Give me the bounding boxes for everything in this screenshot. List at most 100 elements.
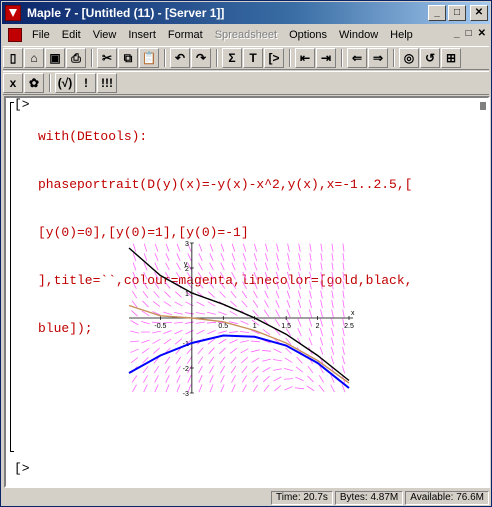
- menu-spreadsheet: Spreadsheet: [214, 29, 278, 41]
- direction-field-arrow: [241, 300, 248, 308]
- stop-icon[interactable]: ◎: [399, 48, 419, 68]
- restart-icon[interactable]: ↺: [420, 48, 440, 68]
- menu-edit[interactable]: Edit: [56, 29, 87, 41]
- x-tick-label: 0.5: [218, 323, 228, 330]
- cut-icon-glyph: ✂: [101, 51, 113, 65]
- input-prompt[interactable]: [>: [14, 97, 30, 112]
- direction-field-arrow: [141, 320, 150, 325]
- direction-field-arrow: [175, 291, 182, 298]
- forward-icon[interactable]: ⇒: [368, 48, 388, 68]
- direction-field-arrow: [286, 299, 291, 308]
- menu-help[interactable]: Help: [384, 29, 419, 41]
- menu-view[interactable]: View: [87, 29, 123, 41]
- direction-field-arrow: [241, 290, 248, 299]
- direction-field-arrow: [142, 290, 149, 299]
- math-mode-icon-glyph: x: [9, 76, 17, 90]
- direction-field-arrow: [141, 348, 150, 354]
- direction-field-arrow: [230, 365, 237, 374]
- direction-field-arrow: [219, 281, 226, 289]
- undo-icon[interactable]: ↶: [170, 48, 190, 68]
- doc-restore-button[interactable]: □: [466, 28, 472, 39]
- prompt-symbol: [>: [14, 97, 30, 112]
- maple-leaf-icon[interactable]: ✿: [24, 73, 44, 93]
- direction-field-arrow: [241, 366, 248, 374]
- exec-icon[interactable]: !: [76, 73, 96, 93]
- direction-field-arrow: [208, 291, 215, 298]
- direction-field-arrow: [275, 281, 280, 290]
- doc-minimize-button[interactable]: _: [454, 28, 460, 39]
- direction-field-arrow: [342, 356, 345, 365]
- direction-field-arrow: [152, 330, 161, 334]
- zoom-icon[interactable]: ⊞: [441, 48, 461, 68]
- back-icon-glyph: ⇐: [351, 51, 363, 65]
- empty-input-prompt[interactable]: [>: [14, 461, 30, 476]
- zoom-icon-glyph: ⊞: [445, 51, 457, 65]
- menu-insert[interactable]: Insert: [122, 29, 162, 41]
- maximize-button[interactable]: □: [448, 5, 466, 21]
- direction-field-arrow: [275, 300, 280, 308]
- direction-field-arrow: [240, 320, 249, 325]
- menu-window[interactable]: Window: [333, 29, 384, 41]
- direction-field-arrow: [174, 329, 183, 335]
- direction-field-arrow: [220, 243, 225, 252]
- title-bar[interactable]: Maple 7 - [Untitled (11) - [Server 1]] _…: [2, 2, 490, 24]
- direction-field-arrow: [297, 309, 302, 318]
- copy-icon[interactable]: ⧉: [118, 48, 138, 68]
- outdent-icon[interactable]: ⇤: [295, 48, 315, 68]
- y-tick-label: 1: [185, 291, 189, 298]
- paste-icon[interactable]: 📋: [139, 48, 159, 68]
- text-icon[interactable]: T: [243, 48, 263, 68]
- save-icon[interactable]: ▣: [45, 48, 65, 68]
- maple-window: Maple 7 - [Untitled (11) - [Server 1]] _…: [0, 0, 492, 507]
- direction-field-arrow: [331, 309, 334, 318]
- menu-format[interactable]: Format: [162, 29, 209, 41]
- direction-field-arrow: [132, 384, 137, 393]
- close-button[interactable]: ✕: [470, 5, 488, 21]
- direction-field-arrow: [242, 253, 247, 262]
- menu-bar: File Edit View Insert Format Spreadsheet…: [2, 25, 490, 45]
- prompt-icon[interactable]: [>: [264, 48, 284, 68]
- doc-close-button[interactable]: ✕: [478, 28, 486, 39]
- direction-field-arrow: [209, 375, 214, 383]
- direction-field-arrow: [142, 300, 149, 308]
- open-icon[interactable]: ⌂: [24, 48, 44, 68]
- phase-portrait-plot[interactable]: -0.5 0.5 1 1.5 2 2.5-3-2-1123xy: [119, 235, 359, 401]
- maple-leaf-icon-glyph: ✿: [28, 76, 40, 90]
- math-mode-icon[interactable]: x: [3, 73, 23, 93]
- direction-field-arrow: [154, 375, 159, 383]
- direction-field-arrow: [307, 365, 314, 374]
- direction-field-arrow: [251, 357, 260, 363]
- eval-icon[interactable]: (√): [55, 73, 75, 93]
- menu-file[interactable]: File: [26, 29, 56, 41]
- new-icon[interactable]: ▯: [3, 48, 23, 68]
- back-icon[interactable]: ⇐: [347, 48, 367, 68]
- cut-icon[interactable]: ✂: [97, 48, 117, 68]
- direction-field-arrow: [196, 312, 205, 315]
- direction-field-arrow: [208, 272, 215, 280]
- exec-all-icon[interactable]: !!!: [97, 73, 117, 93]
- direction-field-arrow: [209, 365, 214, 374]
- menu-options[interactable]: Options: [283, 29, 333, 41]
- prompt-symbol: [>: [14, 461, 30, 476]
- direction-field-arrow: [132, 281, 137, 290]
- direction-field-arrow: [163, 311, 172, 315]
- sigma-icon[interactable]: Σ: [222, 48, 242, 68]
- maple-app-icon[interactable]: [5, 5, 21, 21]
- direction-field-arrow: [284, 386, 293, 391]
- toolbar-separator: [49, 74, 51, 92]
- direction-field-arrow: [330, 356, 335, 365]
- solution-curve: [128, 334, 350, 389]
- print-icon[interactable]: ⎙: [66, 48, 86, 68]
- minimize-button[interactable]: _: [428, 5, 446, 21]
- worksheet[interactable]: [> with(DEtools): phaseportrait(D(y)(x)=…: [4, 96, 490, 488]
- direction-field-arrow: [342, 290, 345, 299]
- direction-field-arrow: [331, 271, 334, 280]
- solution-curve: [128, 247, 350, 382]
- direction-field-arrow: [262, 367, 271, 373]
- document-icon[interactable]: [8, 28, 22, 42]
- redo-icon[interactable]: ↷: [191, 48, 211, 68]
- indent-icon[interactable]: ⇥: [316, 48, 336, 68]
- direction-field-arrow: [185, 321, 194, 324]
- direction-field-arrow: [165, 253, 170, 261]
- direction-field-arrow: [209, 253, 214, 261]
